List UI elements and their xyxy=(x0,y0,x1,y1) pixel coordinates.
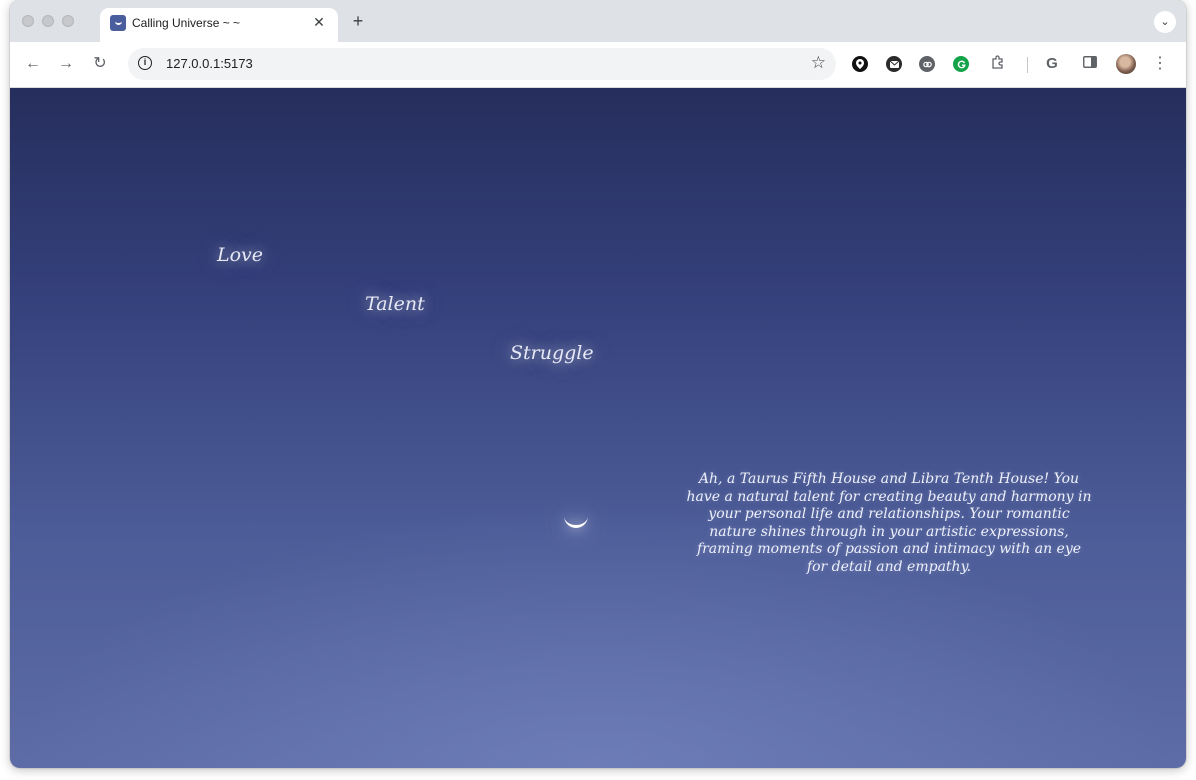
google-icon[interactable]: G xyxy=(1042,54,1062,74)
close-tab-icon[interactable]: ✕ xyxy=(310,13,328,31)
tab-strip: Calling Universe ~ ~ ✕ + ⌄ xyxy=(10,0,1186,42)
url-text[interactable]: 127.0.0.1:5173 xyxy=(166,56,253,71)
word-talent[interactable]: Talent xyxy=(365,293,425,315)
word-struggle[interactable]: Struggle xyxy=(510,342,594,364)
mail-extension-icon[interactable] xyxy=(886,56,902,72)
word-love[interactable]: Love xyxy=(217,244,263,266)
site-info-icon[interactable]: i xyxy=(138,56,152,70)
toolbar-separator xyxy=(1027,57,1028,73)
grammarly-extension-icon[interactable] xyxy=(953,56,969,72)
page-content: Love Talent Struggle Ah, a Taurus Fifth … xyxy=(10,88,1186,768)
tab-title: Calling Universe ~ ~ xyxy=(132,16,241,30)
profile-avatar[interactable] xyxy=(1116,54,1136,74)
tab-search-button[interactable]: ⌄ xyxy=(1154,11,1176,33)
horoscope-reading-text: Ah, a Taurus Fifth House and Libra Tenth… xyxy=(686,471,1092,575)
crescent-moon-icon xyxy=(564,516,588,528)
address-bar[interactable]: i 127.0.0.1:5173 ☆ xyxy=(128,48,836,80)
menu-icon[interactable]: ⋮ xyxy=(1150,54,1170,74)
browser-window: Calling Universe ~ ~ ✕ + ⌄ ← → ↻ i 127.0… xyxy=(10,0,1186,768)
back-button[interactable]: ← xyxy=(22,53,44,75)
translate-extension-icon[interactable] xyxy=(919,56,935,72)
maximize-window-button[interactable] xyxy=(62,15,74,27)
browser-toolbar: ← → ↻ i 127.0.0.1:5173 ☆ G ⋮ xyxy=(10,42,1186,88)
forward-button[interactable]: → xyxy=(55,53,77,75)
site-favicon-icon xyxy=(110,15,126,31)
bookmark-star-icon[interactable]: ☆ xyxy=(811,52,826,74)
tab-calling-universe[interactable]: Calling Universe ~ ~ ✕ xyxy=(100,8,338,42)
location-pin-extension-icon[interactable] xyxy=(852,56,868,72)
minimize-window-button[interactable] xyxy=(42,15,54,27)
puzzle-icon[interactable] xyxy=(988,54,1008,74)
reload-button[interactable]: ↻ xyxy=(89,53,111,75)
side-panel-icon[interactable] xyxy=(1080,54,1100,74)
new-tab-button[interactable]: + xyxy=(348,11,368,31)
close-window-button[interactable] xyxy=(22,15,34,27)
